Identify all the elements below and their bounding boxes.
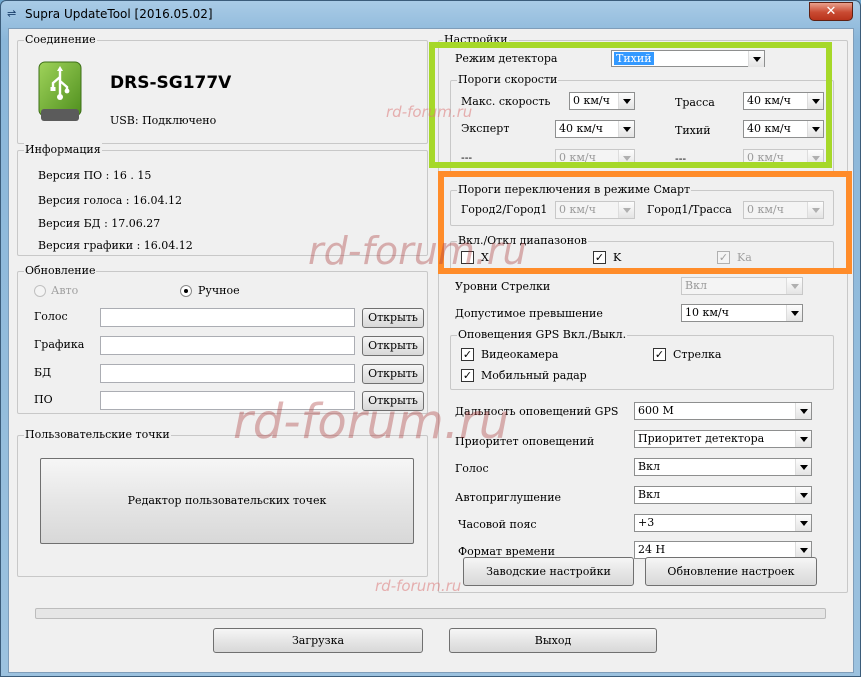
timezone-label: Часовой пояс [458, 518, 537, 531]
close-button[interactable]: ✕ [809, 2, 853, 21]
overspeed-label: Допустимое превышение [455, 307, 603, 320]
open-db-button[interactable]: Открыть [362, 364, 424, 384]
arrow-checkbox[interactable]: ✓ [653, 348, 666, 361]
db-file-label: БД [34, 366, 52, 379]
fw-file-label: ПО [34, 393, 53, 406]
update-legend: Обновление [24, 264, 97, 277]
window-title: Supra UpdateTool [2016.05.02] [25, 7, 213, 21]
progress-bar [35, 608, 826, 619]
priority-label: Приоритет оповещений [455, 435, 595, 448]
db-file-input[interactable] [100, 364, 355, 383]
arrow-levels-select: Вкл [681, 277, 803, 295]
fw-file-input[interactable] [100, 391, 355, 410]
voice-value: Вкл [638, 460, 660, 473]
db-version: Версия БД : 17.06.27 [38, 217, 161, 230]
automute-select[interactable]: Вкл [634, 486, 812, 504]
arrow-levels-value: Вкл [685, 279, 707, 292]
graphics-file-label: Графика [34, 338, 85, 351]
open-voice-button[interactable]: Открыть [362, 308, 424, 328]
arrow-levels-label: Уровни Стрелки [455, 280, 551, 293]
connection-legend: Соединение [24, 33, 97, 46]
arrow-label: Стрелка [673, 348, 722, 361]
connection-group: Соединение DRS-SG177V USB: Подключено [17, 33, 428, 144]
title-bar[interactable]: ⇌ Supra UpdateTool [2016.05.02] ✕ [1, 1, 861, 27]
manual-radio[interactable] [180, 285, 192, 297]
mobile-radar-label: Мобильный радар [481, 369, 587, 382]
chevron-down-icon [795, 542, 811, 558]
chevron-down-icon [795, 431, 811, 447]
app-window: ⇌ Supra UpdateTool [2016.05.02] ✕ Соедин… [0, 0, 861, 677]
chevron-down-icon [795, 403, 811, 419]
voice-file-label: Голос [34, 310, 68, 323]
overspeed-select[interactable]: 10 км/ч [681, 304, 803, 322]
timezone-select[interactable]: +3 [634, 514, 812, 532]
gps-alerts-legend: Оповещения GPS Вкл./Выкл. [457, 328, 628, 341]
user-points-group: Пользовательские точки Редактор пользова… [17, 428, 428, 577]
voice-label: Голос [455, 462, 489, 475]
gps-range-label: Дальность оповещений GPS [455, 405, 619, 418]
usb-drive-icon [38, 61, 82, 123]
user-points-legend: Пользовательские точки [24, 428, 171, 441]
timezone-value: +3 [638, 516, 655, 529]
time-format-value: 24 H [638, 543, 666, 556]
fw-version: Версия ПО : 16 . 15 [38, 169, 152, 182]
priority-select[interactable]: Приоритет детектора [634, 430, 812, 448]
graphics-file-input[interactable] [100, 336, 355, 355]
manual-radio-label: Ручное [198, 284, 240, 297]
chevron-down-icon [786, 305, 802, 321]
mobile-radar-checkbox[interactable]: ✓ [461, 369, 474, 382]
chevron-down-icon [786, 278, 802, 294]
user-points-editor-button[interactable]: Редактор пользовательских точек [40, 458, 414, 544]
update-settings-button[interactable]: Обновление настроек [645, 557, 817, 586]
usb-status: USB: Подключено [110, 114, 217, 127]
open-graphics-button[interactable]: Открыть [362, 336, 424, 356]
update-group: Обновление Авто Ручное Голос Открыть Гра… [17, 264, 428, 414]
automute-label: Автоприглушение [455, 491, 562, 504]
chevron-down-icon [795, 487, 811, 503]
open-fw-button[interactable]: Открыть [362, 391, 424, 411]
chevron-down-icon [795, 459, 811, 475]
voice-select[interactable]: Вкл [634, 458, 812, 476]
usb-icon: ⇌ [7, 7, 17, 20]
info-group: Информация Версия ПО : 16 . 15 Версия го… [17, 143, 428, 256]
device-name: DRS-SG177V [110, 73, 232, 93]
auto-radio[interactable] [34, 285, 46, 297]
gps-range-select[interactable]: 600 M [634, 402, 812, 420]
chevron-down-icon [795, 515, 811, 531]
voice-version: Версия голоса : 16.04.12 [38, 194, 182, 207]
overspeed-value: 10 км/ч [685, 306, 729, 319]
gps-alerts-group: Оповещения GPS Вкл./Выкл. ✓ Видеокамера … [450, 328, 834, 390]
factory-settings-button[interactable]: Заводские настройки [463, 557, 634, 586]
gps-range-value: 600 M [638, 404, 674, 417]
camera-checkbox[interactable]: ✓ [461, 348, 474, 361]
automute-value: Вкл [638, 488, 660, 501]
info-legend: Информация [24, 143, 102, 156]
exit-button[interactable]: Выход [449, 628, 657, 653]
auto-radio-label: Авто [51, 284, 79, 297]
download-button[interactable]: Загрузка [213, 628, 423, 653]
priority-value: Приоритет детектора [638, 432, 765, 445]
voice-file-input[interactable] [100, 308, 355, 327]
graphics-version: Версия графики : 16.04.12 [38, 239, 193, 252]
camera-label: Видеокамера [481, 348, 559, 361]
highlight-speed-thresholds [429, 42, 832, 168]
highlight-smart-and-bands [438, 171, 852, 274]
